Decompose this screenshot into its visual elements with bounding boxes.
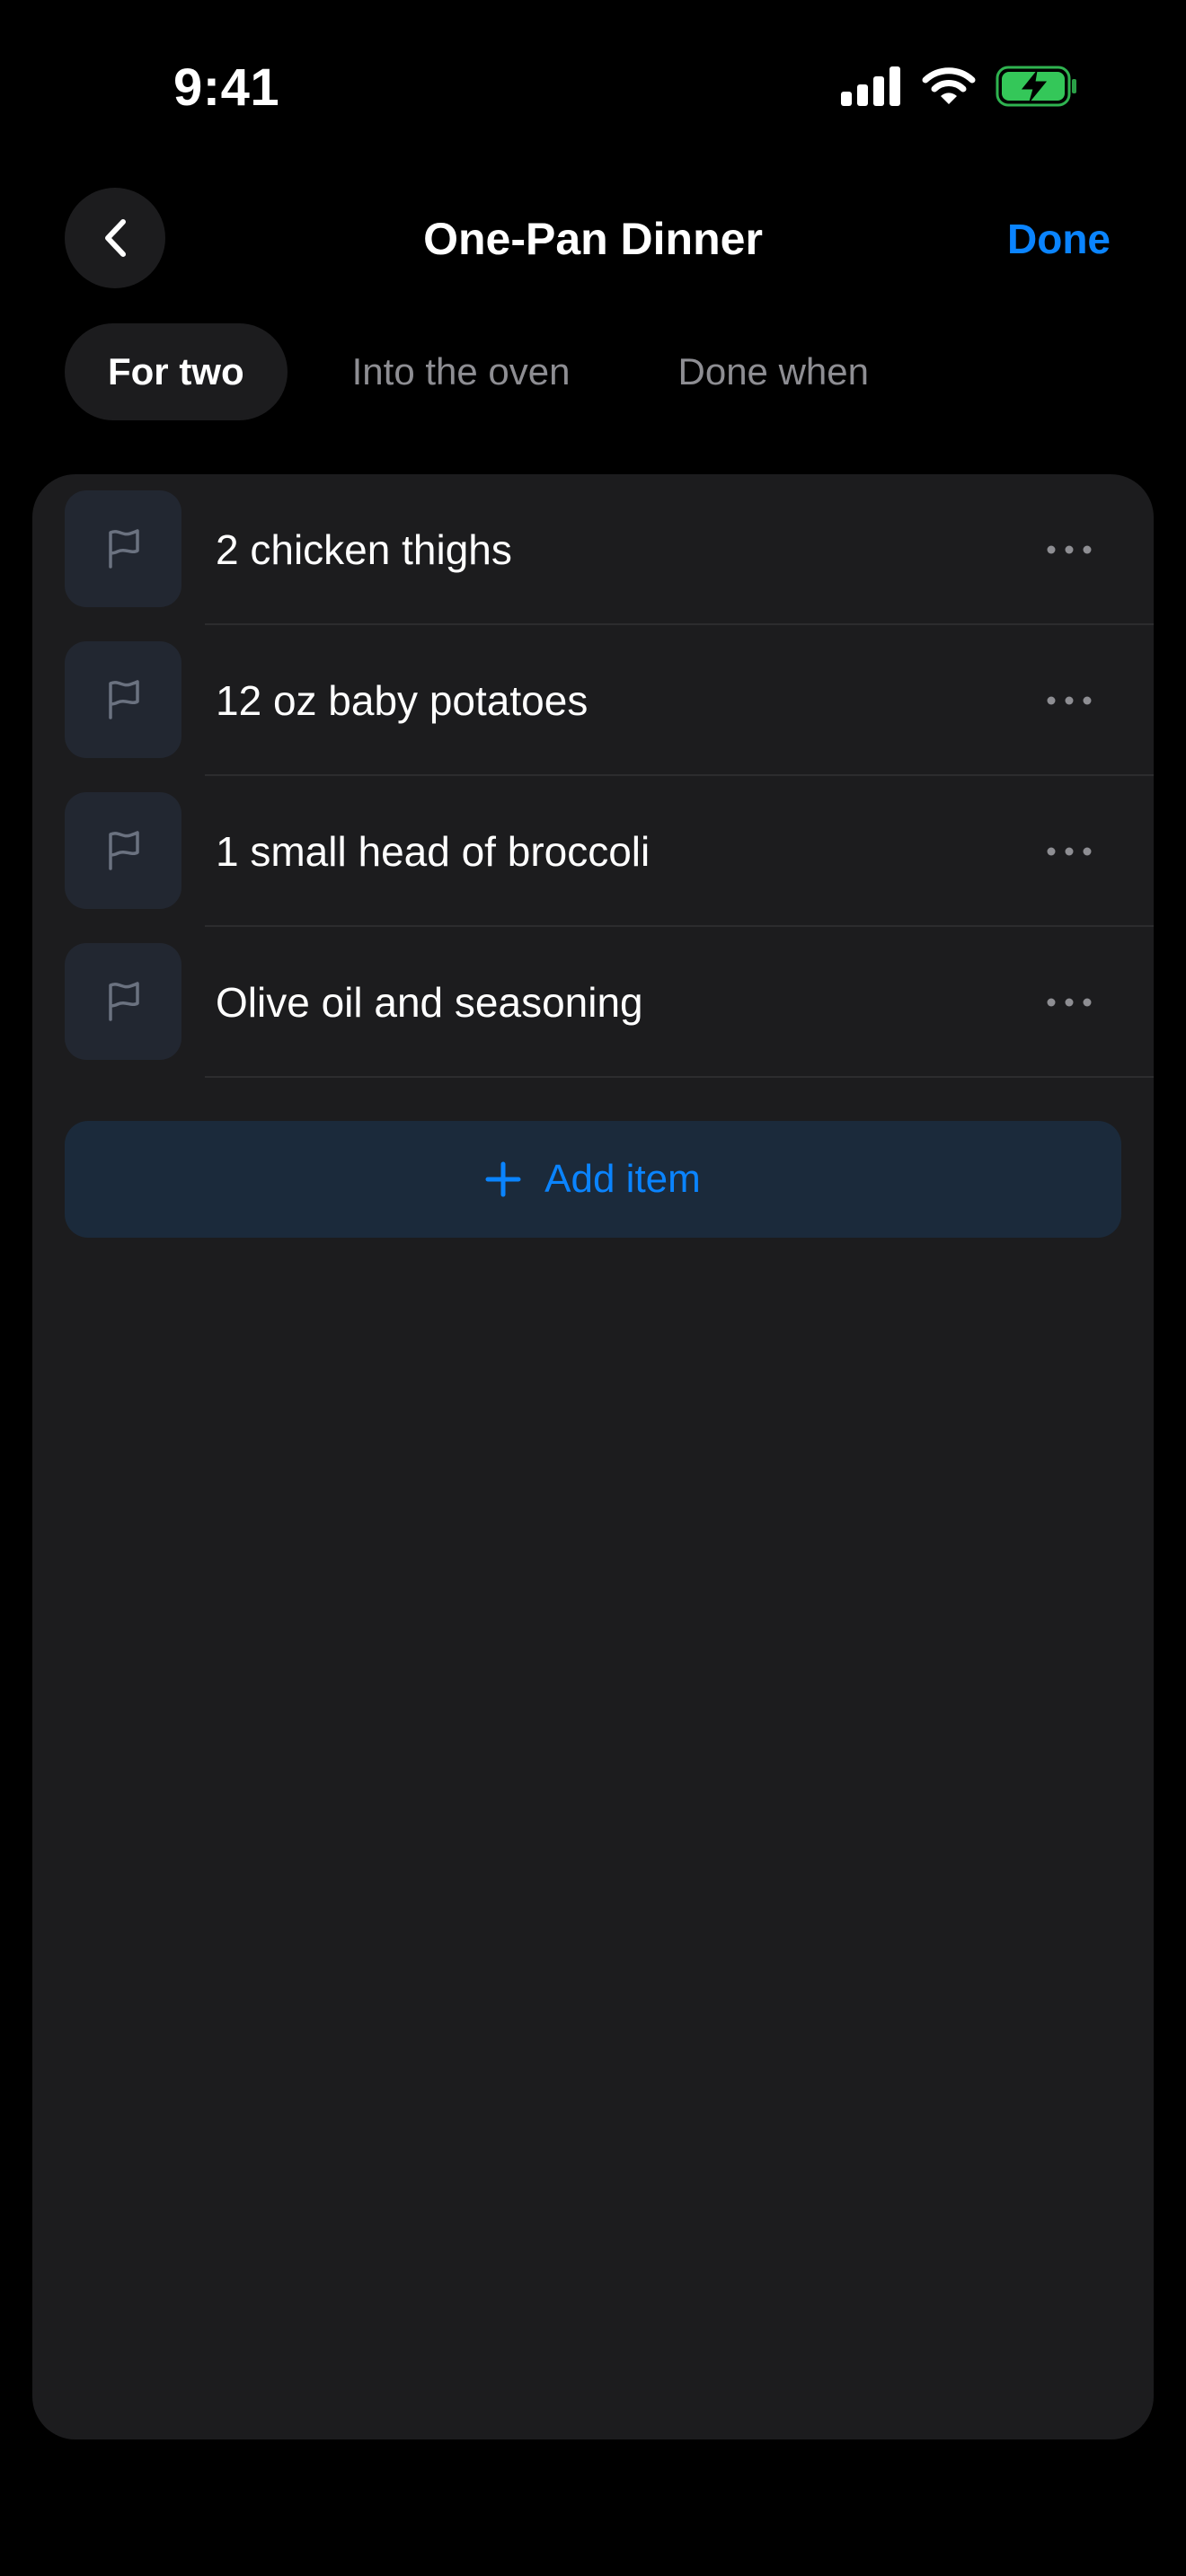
item-label: 1 small head of broccoli [216, 828, 651, 875]
done-button[interactable]: Done [1007, 212, 1111, 266]
status-icons [841, 63, 1078, 110]
tab-done-when[interactable]: Done when [635, 323, 912, 420]
item-label: 2 chicken thighs [216, 526, 512, 573]
more-horizontal-icon [1047, 696, 1092, 705]
list-item[interactable]: Olive oil and seasoning [32, 927, 1154, 1078]
tab-for-two[interactable]: For two [65, 323, 288, 420]
status-time: 9:41 [173, 58, 280, 117]
flag-button[interactable] [65, 943, 181, 1060]
more-horizontal-icon [1047, 847, 1092, 856]
item-more-button[interactable] [1039, 972, 1100, 1033]
flag-icon [109, 529, 139, 569]
cellular-signal-icon [841, 66, 900, 106]
battery-charging-icon [996, 66, 1076, 107]
flag-icon [109, 680, 139, 719]
list-item[interactable]: 2 chicken thighs [32, 474, 1154, 625]
plus-icon [485, 1161, 521, 1197]
flag-button[interactable] [65, 490, 181, 607]
item-label: 12 oz baby potatoes [216, 677, 589, 724]
item-more-button[interactable] [1039, 821, 1100, 882]
flag-button[interactable] [65, 641, 181, 758]
divider [205, 1076, 1154, 1078]
tab-into-the-oven[interactable]: Into the oven [309, 323, 614, 420]
more-horizontal-icon [1047, 545, 1092, 554]
ingredients-card: 2 chicken thighs 12 oz baby potatoes 1 s… [32, 474, 1154, 2439]
flag-icon [109, 831, 139, 870]
item-label: Olive oil and seasoning [216, 979, 643, 1026]
tab-bar: For two Into the oven Done when [65, 323, 912, 420]
add-item-label: Add item [544, 1157, 701, 1201]
item-more-button[interactable] [1039, 519, 1100, 580]
list-item[interactable]: 12 oz baby potatoes [32, 625, 1154, 776]
add-item-button[interactable]: Add item [65, 1121, 1121, 1238]
list-item[interactable]: 1 small head of broccoli [32, 776, 1154, 927]
more-horizontal-icon [1047, 998, 1092, 1007]
flag-icon [109, 982, 139, 1021]
wifi-icon [922, 67, 976, 104]
item-more-button[interactable] [1039, 670, 1100, 731]
flag-button[interactable] [65, 792, 181, 909]
